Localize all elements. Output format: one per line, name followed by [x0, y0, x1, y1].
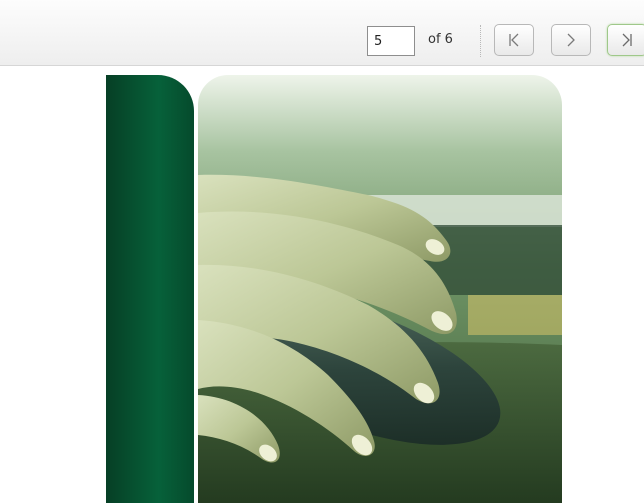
hand-on-mouse-photo — [198, 75, 562, 503]
first-page-button[interactable] — [494, 24, 534, 56]
next-page-icon — [563, 32, 579, 48]
brand-green-bar — [106, 75, 194, 503]
first-page-icon — [506, 32, 522, 48]
page-total-label: of 6 — [428, 32, 453, 47]
last-page-button[interactable] — [607, 24, 644, 56]
pager-toolbar: of 6 — [0, 0, 644, 66]
page-number-input[interactable] — [367, 26, 415, 56]
next-page-button[interactable] — [551, 24, 591, 56]
last-page-icon — [619, 32, 635, 48]
toolbar-separator — [480, 25, 481, 57]
